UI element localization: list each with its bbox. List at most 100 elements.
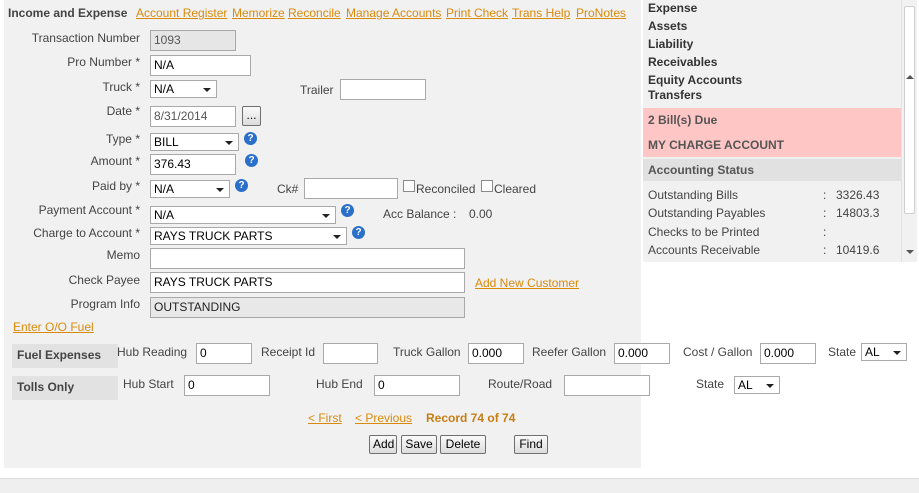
category-receivables[interactable]: Receivables <box>648 55 717 69</box>
help-icon[interactable]: ? <box>235 179 248 192</box>
hub-reading-label: Hub Reading <box>117 345 188 359</box>
transaction-number-label: Transaction Number <box>31 31 140 45</box>
help-icon[interactable]: ? <box>341 204 354 217</box>
status-row-separator: : <box>823 225 827 239</box>
chevron-down-icon <box>322 214 330 218</box>
date-label: Date * <box>106 104 140 118</box>
status-row-value: 10419.6 <box>836 243 880 257</box>
payment-account-select[interactable]: N/A <box>150 206 336 224</box>
check-number-input[interactable] <box>304 178 398 199</box>
pro-number-input[interactable]: N/A <box>150 55 251 76</box>
reconcile-link[interactable]: Reconcile <box>288 6 341 20</box>
right-panel-scrollbar[interactable] <box>901 0 917 262</box>
hub-end-input[interactable]: 0 <box>374 375 460 396</box>
amount-label: Amount * <box>90 154 140 168</box>
right-sidebar: Expense Assets Liability Receivables Equ… <box>643 0 901 262</box>
chevron-down-icon <box>203 88 211 92</box>
paid-by-select[interactable]: N/A <box>150 180 230 198</box>
status-row-name: Outstanding Bills <box>648 188 739 202</box>
cleared-label: Cleared <box>494 182 537 196</box>
fuel-state-label: State <box>828 345 857 359</box>
charge-account-text[interactable]: MY CHARGE ACCOUNT <box>648 138 784 152</box>
category-assets[interactable]: Assets <box>648 19 687 33</box>
status-row-value: 3326.43 <box>836 188 880 202</box>
truck-label: Truck * <box>102 80 140 94</box>
type-label: Type * <box>105 132 140 146</box>
cost-per-gallon-input[interactable]: 0.000 <box>760 343 816 364</box>
hub-start-label: Hub Start <box>123 377 174 391</box>
category-transfers[interactable]: Transfers <box>648 88 702 102</box>
tolls-state-select[interactable]: AL <box>734 376 780 394</box>
trailer-input[interactable] <box>340 79 426 100</box>
chevron-down-icon <box>333 235 341 239</box>
previous-record-link[interactable]: < Previous <box>355 411 412 425</box>
cost-per-gallon-label: Cost / Gallon <box>683 345 753 359</box>
check-payee-label: Check Payee <box>68 273 140 287</box>
help-icon[interactable]: ? <box>245 154 258 167</box>
date-picker-button[interactable]: ... <box>242 106 261 126</box>
hub-reading-input[interactable]: 0 <box>196 343 252 364</box>
category-equity-accounts[interactable]: Equity Accounts <box>648 73 742 87</box>
first-record-link[interactable]: < First <box>308 411 342 425</box>
type-select[interactable]: BILL <box>150 133 239 151</box>
accounting-status-header: Accounting Status <box>643 159 901 181</box>
bills-due-box: 2 Bill(s) Due MY CHARGE ACCOUNT <box>643 108 901 157</box>
account-register-link[interactable]: Account Register <box>136 6 227 20</box>
tolls-state-label: State <box>696 377 725 391</box>
paid-by-select-value: N/A <box>154 182 175 196</box>
add-new-customer-link[interactable]: Add New Customer <box>475 276 579 290</box>
help-icon[interactable]: ? <box>352 226 365 239</box>
delete-button[interactable]: Delete <box>440 435 486 454</box>
fuel-expenses-label: Fuel Expenses <box>12 344 118 368</box>
chevron-down-icon <box>893 351 901 355</box>
date-input[interactable]: 8/31/2014 <box>150 106 236 127</box>
reconciled-checkbox[interactable] <box>403 180 415 192</box>
truck-gallon-input[interactable]: 0.000 <box>468 343 524 364</box>
status-row-separator: : <box>823 188 827 202</box>
reefer-gallon-input[interactable]: 0.000 <box>614 343 670 364</box>
acc-balance-value: 0.00 <box>469 207 493 221</box>
print-check-link[interactable]: Print Check <box>446 6 508 20</box>
add-button[interactable]: Add <box>369 435 397 454</box>
category-expense[interactable]: Expense <box>648 1 697 15</box>
receipt-id-input[interactable] <box>323 343 378 364</box>
paid-by-label: Paid by * <box>91 179 140 193</box>
bills-due-text[interactable]: 2 Bill(s) Due <box>648 113 717 127</box>
status-row-separator: : <box>823 243 827 257</box>
record-counter: Record 74 of 74 <box>426 411 516 425</box>
fuel-state-select[interactable]: AL <box>861 343 907 361</box>
cleared-checkbox[interactable] <box>481 180 493 192</box>
help-icon[interactable]: ? <box>244 132 257 145</box>
fuel-state-select-value: AL <box>865 345 880 359</box>
enter-oo-fuel-link[interactable]: Enter O/O Fuel <box>13 320 94 334</box>
route-road-input[interactable] <box>564 375 650 396</box>
charge-to-account-label: Charge to Account * <box>33 226 140 240</box>
check-number-label: Ck# <box>277 182 299 196</box>
status-row-name: Checks to be Printed <box>648 225 760 239</box>
payment-account-select-value: N/A <box>154 208 175 222</box>
memorize-link[interactable]: Memorize <box>232 6 285 20</box>
find-button[interactable]: Find <box>514 435 548 454</box>
trans-help-link[interactable]: Trans Help <box>512 6 570 20</box>
charge-to-account-select[interactable]: RAYS TRUCK PARTS <box>150 227 347 245</box>
manage-accounts-link[interactable]: Manage Accounts <box>346 6 441 20</box>
chevron-down-icon <box>766 384 774 388</box>
chevron-down-icon <box>216 188 224 192</box>
charge-to-account-select-value: RAYS TRUCK PARTS <box>154 229 273 243</box>
scroll-up-icon[interactable] <box>906 75 914 79</box>
amount-input[interactable]: 376.43 <box>150 154 236 175</box>
memo-input[interactable] <box>150 248 465 269</box>
hub-start-input[interactable]: 0 <box>184 375 270 396</box>
save-button[interactable]: Save <box>401 435 437 454</box>
type-select-value: BILL <box>154 135 179 149</box>
pronotes-link[interactable]: ProNotes <box>576 6 626 20</box>
chevron-down-icon <box>225 141 233 145</box>
trailer-label: Trailer <box>300 83 334 97</box>
scrollbar-thumb[interactable] <box>904 6 915 214</box>
check-payee-input[interactable]: RAYS TRUCK PARTS <box>150 272 465 293</box>
program-info-field: OUTSTANDING <box>150 297 465 318</box>
memo-label: Memo <box>106 248 140 262</box>
scroll-down-icon[interactable] <box>906 250 914 254</box>
category-liability[interactable]: Liability <box>648 37 693 51</box>
truck-select[interactable]: N/A <box>150 80 217 98</box>
